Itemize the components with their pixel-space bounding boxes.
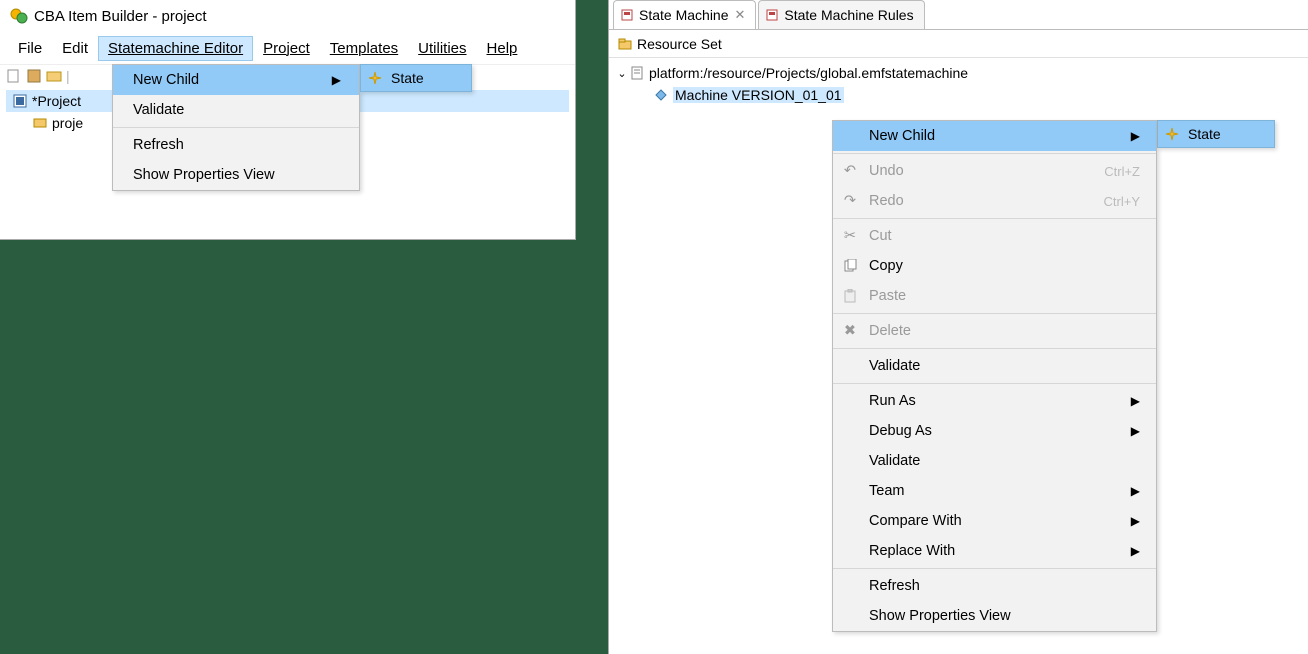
menu-templates[interactable]: Templates — [320, 36, 408, 61]
document-icon — [765, 8, 779, 22]
ctx-validate[interactable]: Validate — [833, 351, 1156, 381]
ctx-separator — [833, 218, 1156, 219]
menu-bar: File Edit Statemachine Editor Project Te… — [0, 32, 575, 64]
ctx-debug-as[interactable]: Debug As ▶ — [833, 416, 1156, 446]
folder-icon — [617, 36, 633, 52]
menu-validate[interactable]: Validate — [113, 95, 359, 125]
file-icon — [629, 65, 645, 81]
paste-icon — [841, 287, 859, 305]
diamond-icon — [653, 87, 669, 103]
tree-platform-row[interactable]: ⌄ platform:/resource/Projects/global.emf… — [615, 62, 1302, 84]
package-icon — [32, 115, 48, 131]
tab-state-machine-rules[interactable]: State Machine Rules — [758, 0, 924, 29]
submenu-state-left[interactable]: State — [360, 64, 472, 92]
save-icon[interactable] — [26, 68, 42, 84]
editor-tabs: State Machine ✕ State Machine Rules — [609, 0, 1308, 30]
menu-project[interactable]: Project — [253, 36, 320, 61]
menu-statemachine-editor[interactable]: Statemachine Editor — [98, 36, 253, 61]
new-icon[interactable] — [6, 68, 22, 84]
ctx-separator — [833, 568, 1156, 569]
menu-file[interactable]: File — [8, 36, 52, 61]
ctx-cut: ✂ Cut — [833, 221, 1156, 251]
square-icon — [12, 93, 28, 109]
chevron-right-icon: ▶ — [302, 73, 341, 87]
document-icon — [620, 8, 634, 22]
chevron-right-icon: ▶ — [1101, 424, 1140, 438]
ctx-new-child[interactable]: New Child ▶ — [833, 121, 1156, 151]
tab-label: State Machine Rules — [784, 7, 913, 23]
tree-machine-label: Machine VERSION_01_01 — [673, 87, 844, 103]
undo-icon: ↶ — [841, 162, 859, 180]
chevron-right-icon: ▶ — [1101, 129, 1140, 143]
context-menu: New Child ▶ ↶ Undo Ctrl+Z ↷ Redo Ctrl+Y … — [832, 120, 1157, 632]
ctx-separator — [833, 383, 1156, 384]
chevron-right-icon: ▶ — [1101, 484, 1140, 498]
ctx-validate-2[interactable]: Validate — [833, 446, 1156, 476]
copy-icon — [841, 257, 859, 275]
sparkle-icon — [367, 70, 383, 86]
chevron-right-icon: ▶ — [1101, 514, 1140, 528]
submenu-state-label: State — [1188, 126, 1221, 142]
menu-refresh[interactable]: Refresh — [113, 130, 359, 160]
ctx-paste: Paste — [833, 281, 1156, 311]
ctx-copy[interactable]: Copy — [833, 251, 1156, 281]
title-bar: CBA Item Builder - project — [0, 0, 575, 32]
statemachine-menu: New Child ▶ Validate Refresh Show Proper… — [112, 64, 360, 191]
resource-tree: ⌄ platform:/resource/Projects/global.emf… — [609, 58, 1308, 110]
ctx-separator — [833, 153, 1156, 154]
ctx-run-as[interactable]: Run As ▶ — [833, 386, 1156, 416]
tab-label: State Machine — [639, 7, 729, 23]
tree-child-label: proje — [52, 115, 83, 131]
ctx-delete: ✖ Delete — [833, 316, 1156, 346]
window-title: CBA Item Builder - project — [34, 8, 207, 25]
menu-help[interactable]: Help — [477, 36, 528, 61]
ctx-separator — [833, 313, 1156, 314]
submenu-state-right[interactable]: State — [1157, 120, 1275, 148]
ctx-redo: ↷ Redo Ctrl+Y — [833, 186, 1156, 216]
delete-icon: ✖ — [841, 322, 859, 340]
app-icon — [10, 7, 28, 25]
ctx-refresh[interactable]: Refresh — [833, 571, 1156, 601]
ctx-show-properties[interactable]: Show Properties View — [833, 601, 1156, 631]
left-window: CBA Item Builder - project File Edit Sta… — [0, 0, 576, 240]
tab-state-machine[interactable]: State Machine ✕ — [613, 0, 756, 29]
menu-show-properties[interactable]: Show Properties View — [113, 160, 359, 190]
tree-root-label: *Project — [32, 93, 81, 109]
menu-new-child[interactable]: New Child ▶ — [113, 65, 359, 95]
submenu-state-label: State — [391, 70, 424, 86]
chevron-right-icon: ▶ — [1101, 544, 1140, 558]
close-icon[interactable]: ✕ — [735, 7, 746, 23]
chevron-right-icon: ▶ — [1101, 394, 1140, 408]
ctx-replace-with[interactable]: Replace With ▶ — [833, 536, 1156, 566]
menu-edit[interactable]: Edit — [52, 36, 98, 61]
tree-machine-row[interactable]: Machine VERSION_01_01 — [615, 84, 1302, 106]
tree-platform-label: platform:/resource/Projects/global.emfst… — [649, 65, 968, 81]
resource-set-header: Resource Set — [609, 30, 1308, 58]
ctx-undo: ↶ Undo Ctrl+Z — [833, 156, 1156, 186]
folder-icon[interactable] — [46, 68, 62, 84]
scissors-icon: ✂ — [841, 227, 859, 245]
ctx-team[interactable]: Team ▶ — [833, 476, 1156, 506]
resource-set-label: Resource Set — [637, 36, 722, 52]
sparkle-icon — [1164, 126, 1180, 142]
ctx-separator — [833, 348, 1156, 349]
ctx-compare-with[interactable]: Compare With ▶ — [833, 506, 1156, 536]
right-panel: State Machine ✕ State Machine Rules Reso… — [608, 0, 1308, 654]
menu-utilities[interactable]: Utilities — [408, 36, 476, 61]
expand-icon[interactable]: ⌄ — [615, 67, 629, 80]
menu-separator — [113, 127, 359, 128]
redo-icon: ↷ — [841, 192, 859, 210]
